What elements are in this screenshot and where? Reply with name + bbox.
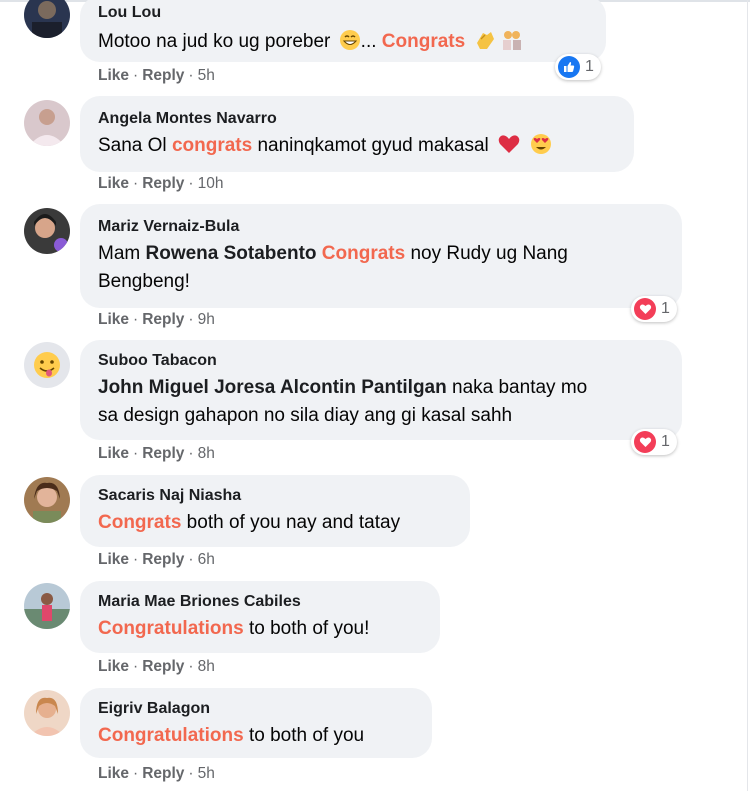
timestamp[interactable]: 6h [198, 551, 215, 568]
congrats-keyword: Congrats [98, 512, 182, 533]
like-link[interactable]: Like [98, 311, 129, 328]
congrats-keyword: Congratulations [98, 725, 244, 746]
reaction-count: 1 [661, 433, 670, 450]
comment-text: Congratulations to both of you! [98, 615, 424, 643]
red-heart-emoji [497, 133, 521, 164]
love-reaction-icon [634, 431, 656, 453]
avatar[interactable] [24, 0, 70, 38]
timestamp[interactable]: 10h [198, 175, 224, 192]
like-link[interactable]: Like [98, 765, 129, 782]
avatar[interactable] [24, 208, 70, 254]
comment-author[interactable]: Mariz Vernaiz-Bula [98, 217, 666, 237]
reaction-badge[interactable]: 1 [631, 296, 677, 322]
comment-text-part: naninqkamot gyud makasal [252, 135, 489, 156]
reaction-badge[interactable]: 1 [555, 54, 601, 80]
timestamp[interactable]: 8h [198, 658, 215, 675]
love-reaction-icon [634, 298, 656, 320]
comment-author[interactable]: Eigriv Balagon [98, 699, 416, 719]
comment-text-part: Sana Ol [98, 135, 172, 156]
like-link[interactable]: Like [98, 67, 129, 84]
like-link[interactable]: Like [98, 175, 129, 192]
comment-actions: Like · Reply · 6h [98, 551, 215, 568]
comment-text-part: Mam [98, 243, 146, 264]
reaction-count: 1 [585, 58, 594, 75]
comment-author[interactable]: Suboo Tabacon [98, 351, 666, 371]
timestamp[interactable]: 8h [198, 445, 215, 462]
comment-author[interactable]: Angela Montes Navarro [98, 109, 618, 129]
congrats-keyword: Congrats [381, 31, 466, 52]
avatar[interactable] [24, 342, 70, 388]
heart-eyes-emoji [529, 133, 553, 164]
reaction-badge[interactable]: 1 [631, 429, 677, 455]
comment-text: Motoo na jud ko ug poreber ... Congrats [98, 28, 590, 60]
comment-text: Mam Rowena Sotabento Congrats noy Rudy u… [98, 240, 666, 296]
comment-bubble: Mariz Vernaiz-Bula Mam Rowena Sotabento … [80, 204, 682, 308]
comment-text-part: to both of you [243, 725, 365, 746]
comment-actions: Like · Reply · 10h [98, 175, 224, 192]
grin-emoji [339, 29, 361, 60]
comment-text-part: sa design gahapon no sila diay ang gi ka… [98, 405, 513, 426]
comment-bubble: Suboo Tabacon John Miguel Joresa Alconti… [80, 340, 682, 440]
comment-text-part: to both of you! [243, 618, 370, 639]
comment-bubble: Maria Mae Briones Cabiles Congratulation… [80, 581, 440, 653]
reply-link[interactable]: Reply [142, 551, 184, 568]
comment-text-part: Motoo na jud ko ug poreber [98, 31, 336, 52]
comment-text: Congrats both of you nay and tatay [98, 509, 454, 537]
reply-link[interactable]: Reply [142, 445, 184, 462]
reply-link[interactable]: Reply [142, 765, 184, 782]
comment-bubble: Sacaris Naj Niasha Congrats both of you … [80, 475, 470, 547]
mention-tag[interactable]: John Miguel Joresa Alcontin Pantilgan [98, 377, 447, 398]
reply-link[interactable]: Reply [142, 175, 184, 192]
comment-bubble: Angela Montes Navarro Sana Ol congrats n… [80, 96, 634, 172]
avatar[interactable] [24, 477, 70, 523]
congrats-keyword: Congratulations [98, 618, 244, 639]
comment-text-part: noy Rudy ug Nang [405, 243, 568, 264]
like-reaction-icon [558, 56, 580, 78]
like-link[interactable]: Like [98, 658, 129, 675]
comment-text-part: Bengbeng! [98, 271, 190, 292]
comment-text-part: ... [360, 31, 382, 52]
timestamp[interactable]: 5h [198, 67, 215, 84]
reply-link[interactable]: Reply [142, 311, 184, 328]
comment-actions: Like · Reply · 8h [98, 658, 215, 675]
comment-text-part: naka bantay mo [446, 377, 588, 398]
avatar[interactable] [24, 100, 70, 146]
mention-tag[interactable]: Rowena Sotabento [146, 243, 317, 264]
comment-author[interactable]: Sacaris Naj Niasha [98, 486, 454, 506]
right-border [747, 0, 748, 791]
clap-emoji [473, 29, 497, 60]
reply-link[interactable]: Reply [142, 67, 184, 84]
comment-author[interactable]: Maria Mae Briones Cabiles [98, 592, 424, 612]
avatar[interactable] [24, 583, 70, 629]
comment-actions: Like · Reply · 5h [98, 765, 215, 782]
congrats-keyword: congrats [171, 135, 253, 156]
reply-link[interactable]: Reply [142, 658, 184, 675]
timestamp[interactable]: 5h [198, 765, 215, 782]
comment-actions: Like · Reply · 5h [98, 67, 215, 84]
avatar[interactable] [24, 690, 70, 736]
comment-text: Sana Ol congrats naninqkamot gyud makasa… [98, 132, 618, 164]
comment-text-part: both of you nay and tatay [181, 512, 401, 533]
like-link[interactable]: Like [98, 445, 129, 462]
reaction-count: 1 [661, 300, 670, 317]
comment-actions: Like · Reply · 8h [98, 445, 215, 462]
congrats-keyword: Congrats [321, 243, 406, 264]
comment-bubble: Eigriv Balagon Congratulations to both o… [80, 688, 432, 758]
comment-bubble: Lou Lou Motoo na jud ko ug poreber ... C… [80, 0, 606, 62]
like-link[interactable]: Like [98, 551, 129, 568]
timestamp[interactable]: 9h [198, 311, 215, 328]
comment-actions: Like · Reply · 9h [98, 311, 215, 328]
comment-text: John Miguel Joresa Alcontin Pantilgan na… [98, 374, 666, 430]
comment-text: Congratulations to both of you [98, 722, 416, 750]
comment-author[interactable]: Lou Lou [98, 3, 590, 23]
couple-emoji [500, 29, 524, 60]
